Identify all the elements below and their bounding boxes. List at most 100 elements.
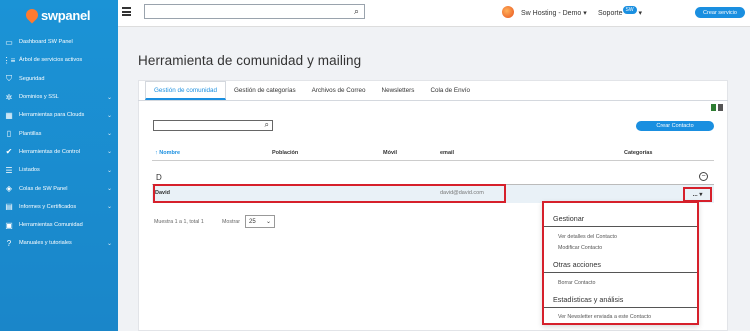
sidebar: swpanel ▭ Dashboard SW Panel ⋮≡ Árbol de… [0,0,118,331]
list-icon: ☰ [5,165,13,175]
menu-icon[interactable] [122,7,131,16]
sidebar-item-label: Árbol de servicios activos [19,57,83,64]
topbar: ⌕ Sw Hosting - Demo ▾ Soporte SW ▾ Crear … [118,0,750,27]
pagination-info: Muestra 1 a 1, total 1 [154,219,204,225]
account-selector[interactable]: Sw Hosting - Demo ▾ [521,9,587,17]
sidebar-item-domains[interactable]: ✲ Dominios y SSL ⌄ [0,88,118,106]
tabs-divider [138,100,728,101]
column-header-label: Nombre [159,150,181,156]
help-icon: ? [6,238,12,248]
sidebar-item-control-tools[interactable]: ✔ Herramientas de Control ⌄ [0,143,118,161]
support-label: Soporte [598,10,623,17]
sidebar-item-security[interactable]: ⛉ Seguridad [0,70,118,88]
page-size-label: Mostrar [222,219,240,225]
group-letter: D [156,173,162,182]
dashboard-icon: ▭ [5,37,13,47]
search-icon[interactable]: ⌕ [265,120,269,130]
file-export-icon[interactable] [718,104,723,111]
tab-send-queue[interactable]: Cola de Envío [422,81,478,100]
sidebar-item-label: Seguridad [19,75,45,82]
tab-community-management[interactable]: Gestión de comunidad [145,81,227,100]
sidebar-item-label: Manuales y tutoriales [19,240,72,247]
menu-item-delete-contact[interactable]: Borrar Contacto [558,280,595,286]
create-contact-button[interactable]: Crear Contacto [636,121,714,131]
logo[interactable]: swpanel [0,0,118,30]
chevron-down-icon: ⌄ [106,149,112,156]
chevron-down-icon: ⌄ [106,167,112,174]
dropdown-section-header: Gestionar [553,214,585,223]
create-service-button[interactable]: Crear servicio [695,7,745,18]
sidebar-item-label: Colas de SW Panel [19,185,68,192]
column-header-city[interactable]: Población [272,150,298,156]
search-icon[interactable]: ⌕ [354,6,359,17]
sidebar-item-dashboard[interactable]: ▭ Dashboard SW Panel [0,33,118,51]
dropdown-divider [544,307,697,308]
menu-item-edit-contact[interactable]: Modificar Contacto [558,245,602,251]
sidebar-item-label: Listados [19,167,40,174]
collapse-icon[interactable]: − [699,172,708,181]
table-header-divider [152,160,714,161]
column-header-email[interactable]: email [440,150,454,156]
tab-newsletters[interactable]: Newsletters [374,81,423,100]
column-header-mobile[interactable]: Móvil [383,150,397,156]
chevron-down-icon: ▾ [583,10,587,17]
dropdown-section-header: Estadísticas y análisis [553,295,624,304]
tree-icon: ⋮≡ [2,55,16,65]
dropdown-section-header: Otras acciones [553,260,601,269]
logo-icon [23,6,41,24]
export-icons [711,104,723,111]
account-avatar[interactable] [502,6,514,18]
row-actions-dropdown: Gestionar Ver detalles del Contacto Modi… [542,201,699,325]
menu-item-view-contact[interactable]: Ver detalles del Contacto [558,234,617,240]
page-title: Herramienta de comunidad y mailing [138,53,362,68]
tab-category-management[interactable]: Gestión de categorías [226,81,304,100]
community-icon: ▣ [5,220,13,230]
chevron-down-icon: ▾ [638,10,643,17]
account-name: Sw Hosting - Demo [521,10,582,17]
highlight-box [153,184,506,203]
chevron-down-icon: ⌄ [106,131,112,138]
column-header-categories[interactable]: Categorías [624,150,652,156]
sidebar-item-cloud-tools[interactable]: ▦ Herramientas para Clouds ⌄ [0,106,118,124]
column-header-name[interactable]: ↑ Nombre [155,150,180,156]
excel-export-icon[interactable] [711,104,716,111]
chevron-down-icon: ⌄ [106,186,112,193]
contact-search-input[interactable] [154,123,258,133]
layers-icon: ◈ [5,184,13,194]
logo-text: swpanel [41,7,91,23]
search-input[interactable] [145,5,345,18]
sidebar-item-service-tree[interactable]: ⋮≡ Árbol de servicios activos [0,51,118,69]
check-circle-icon: ✔ [5,147,13,157]
chevron-down-icon: ⌄ [106,204,112,211]
sidebar-item-label: Herramientas Comunidad [19,222,83,229]
sidebar-item-queues[interactable]: ◈ Colas de SW Panel ⌄ [0,179,118,197]
cloud-tools-icon: ▦ [5,110,13,120]
report-icon: ▤ [5,202,13,212]
chevron-down-icon: ⌄ [106,240,112,247]
page-size-select[interactable]: 25 ⌄ [245,215,275,228]
tab-mail-files[interactable]: Archivos de Correo [304,81,374,100]
menu-item-view-newsletter[interactable]: Ver Newsletter enviada a este Contacto [558,314,651,320]
dropdown-divider [544,272,697,273]
sidebar-item-label: Herramientas de Control [19,148,80,155]
sidebar-item-manuals[interactable]: ? Manuales y tutoriales ⌄ [0,234,118,252]
shield-icon: ⛉ [6,73,12,83]
support-badge: SW [622,6,637,14]
row-actions-button[interactable]: ... ▾ [683,187,712,202]
sidebar-item-listings[interactable]: ☰ Listados ⌄ [0,161,118,179]
page-size-value: 25 [249,218,256,225]
chevron-down-icon: ⌄ [106,112,112,119]
sidebar-item-reports[interactable]: ▤ Informes y Certificados ⌄ [0,198,118,216]
contact-search-field[interactable]: ⌕ [153,120,273,133]
sidebar-item-label: Herramientas para Clouds [19,112,85,119]
sidebar-item-label: Dashboard SW Panel [19,39,73,46]
search-field[interactable]: ⌕ [144,4,365,19]
support-menu[interactable]: Soporte SW ▾ [598,6,643,17]
template-icon: ▯ [6,129,12,139]
sidebar-item-community-tools[interactable]: ▣ Herramientas Comunidad [0,216,118,234]
tabs: Gestión de comunidad Gestión de categorí… [145,81,478,100]
sort-icon: ↑ [155,150,158,156]
sidebar-item-templates[interactable]: ▯ Plantillas ⌄ [0,124,118,142]
chevron-down-icon: ⌄ [106,94,112,101]
dropdown-divider [544,226,697,227]
